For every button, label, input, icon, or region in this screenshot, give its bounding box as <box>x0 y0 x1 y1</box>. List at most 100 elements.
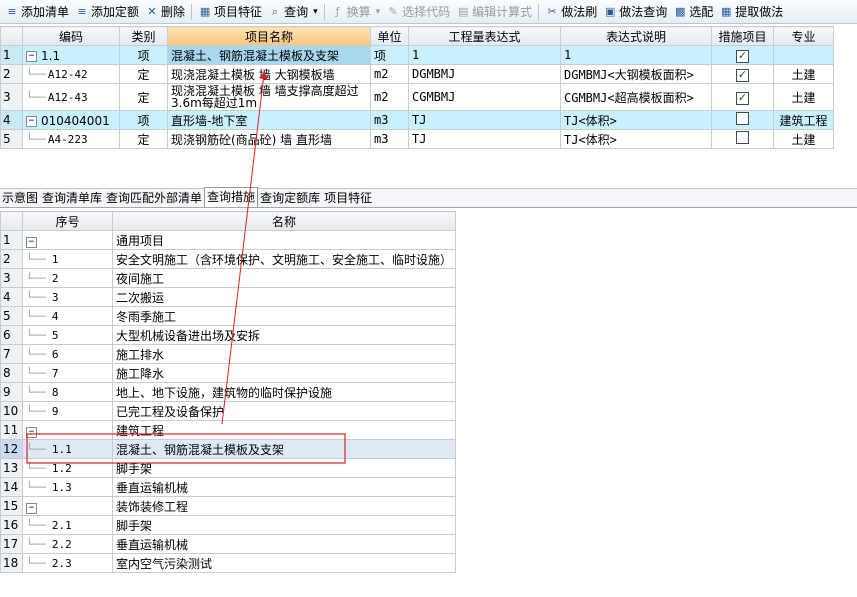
row-number[interactable]: 7 <box>0 344 23 364</box>
measure-cell[interactable] <box>711 110 774 130</box>
code-cell[interactable]: └── A12-42 <box>22 64 120 84</box>
expr-cell[interactable]: TJ <box>408 110 561 130</box>
seq-cell[interactable]: └── 3 <box>22 287 113 307</box>
measure-row[interactable]: 5 └── 4 冬雨季施工 <box>0 306 457 326</box>
seq-cell[interactable]: └── 7 <box>22 363 113 383</box>
type-cell[interactable]: 定 <box>119 83 168 111</box>
measure-name-cell[interactable]: 通用项目 <box>111 230 457 250</box>
desc-cell[interactable]: TJ<体积> <box>560 129 712 149</box>
chevron-down-icon[interactable]: ▾ <box>313 7 318 17</box>
list-row[interactable]: 3 └── A12-43 定现浇混凝土模板 墙 墙支撑高度超过3.6m每超过1m m2 C… <box>0 83 834 111</box>
measure-name-cell[interactable]: 垂直运输机械 <box>111 534 457 554</box>
measure-row[interactable]: 6 └── 5 大型机械设备进出场及安拆 <box>0 325 457 345</box>
project-feature-button[interactable]: ▦ 项目特征 <box>195 2 265 22</box>
desc-cell[interactable]: CGMBMJ<超高模板面积> <box>560 83 712 111</box>
row-number[interactable]: 18 <box>0 553 23 573</box>
row-number[interactable]: 4 <box>0 110 23 130</box>
measure-cell[interactable]: ✓ <box>711 83 774 111</box>
col-header-type[interactable]: 类别 <box>119 26 168 46</box>
name-cell[interactable]: 直形墙-地下室 <box>167 110 371 130</box>
measure-row[interactable]: 18 └── 2.3 室内空气污染测试 <box>0 553 457 573</box>
measure-row[interactable]: 17 └── 2.2 垂直运输机械 <box>0 534 457 554</box>
type-cell[interactable]: 定 <box>119 64 168 84</box>
measure-row[interactable]: 10 └── 9 已完工程及设备保护 <box>0 401 457 421</box>
tab-2[interactable]: 查询匹配外部清单 <box>104 189 204 207</box>
col-header-measure[interactable]: 措施项目 <box>711 26 774 46</box>
unit-cell[interactable]: 项 <box>370 45 409 65</box>
type-cell[interactable]: 定 <box>119 129 168 149</box>
col-header-expr[interactable]: 工程量表达式 <box>408 26 561 46</box>
name-cell[interactable]: 混凝土、钢筋混凝土模板及支架 <box>167 45 371 65</box>
measure-name-cell[interactable]: 安全文明施工（含环境保护、文明施工、安全施工、临时设施） <box>111 249 457 269</box>
checkbox-checked-icon[interactable]: ✓ <box>736 68 749 82</box>
measure-row[interactable]: 11− 建筑工程 <box>0 420 457 440</box>
chevron-down-icon[interactable]: ▾ <box>376 7 381 17</box>
col-header-major[interactable]: 专业 <box>773 26 834 46</box>
collapse-icon[interactable]: − <box>26 236 37 248</box>
measure-name-cell[interactable]: 冬雨季施工 <box>111 306 457 326</box>
checkbox-checked-icon[interactable]: ✓ <box>736 91 749 105</box>
code-cell[interactable]: −1.1 <box>22 45 120 65</box>
measure-row[interactable]: 14 └── 1.3 垂直运输机械 <box>0 477 457 497</box>
row-number[interactable]: 2 <box>0 249 23 269</box>
measure-row[interactable]: 7 └── 6 施工排水 <box>0 344 457 364</box>
row-number[interactable]: 3 <box>0 268 23 288</box>
unit-cell[interactable]: m2 <box>370 83 409 111</box>
select-match-button[interactable]: ▩ 选配 <box>670 2 716 22</box>
measure-row[interactable]: 2 └── 1 安全文明施工（含环境保护、文明施工、安全施工、临时设施） <box>0 249 457 269</box>
col-header-seq[interactable]: 序号 <box>22 211 113 231</box>
measure-row[interactable]: 15− 装饰装修工程 <box>0 496 457 516</box>
collapse-icon[interactable]: − <box>26 426 37 438</box>
seq-cell[interactable]: └── 1.1 <box>22 439 113 459</box>
unit-cell[interactable]: m3 <box>370 129 409 149</box>
code-cell[interactable]: └── A4-223 <box>22 129 120 149</box>
type-cell[interactable]: 项 <box>119 45 168 65</box>
desc-cell[interactable]: DGMBMJ<大钢模板面积> <box>560 64 712 84</box>
search-button[interactable]: ⌕ 查询 ▾ <box>265 2 321 22</box>
list-row[interactable]: 5 └── A4-223 定现浇钢筋砼(商品砼) 墙 直形墙 m3 TJ TJ<体积> 土建 <box>0 129 834 149</box>
list-row[interactable]: 1−1.1 项混凝土、钢筋混凝土模板及支架项 1 1 ✓ <box>0 45 834 65</box>
measure-row[interactable]: 4 └── 3 二次搬运 <box>0 287 457 307</box>
col-header-name[interactable]: 项目名称 <box>167 26 371 46</box>
measure-name-cell[interactable]: 建筑工程 <box>111 420 457 440</box>
seq-cell[interactable]: └── 2 <box>22 268 113 288</box>
major-cell[interactable]: 土建 <box>773 64 834 84</box>
row-number[interactable]: 17 <box>0 534 23 554</box>
seq-cell[interactable]: └── 1 <box>22 249 113 269</box>
row-number[interactable]: 1 <box>0 230 23 250</box>
name-cell[interactable]: 现浇混凝土模板 墙 大钢模板墙 <box>167 64 371 84</box>
collapse-icon[interactable]: − <box>26 115 37 127</box>
tab-3[interactable]: 查询措施 <box>204 187 259 207</box>
row-number[interactable]: 16 <box>0 515 23 535</box>
code-cell[interactable]: └── A12-43 <box>22 83 120 111</box>
list-row[interactable]: 2 └── A12-42 定现浇混凝土模板 墙 大钢模板墙 m2 DGMBMJ DGMBMJ… <box>0 64 834 84</box>
method-query-button[interactable]: ▣ 做法查询 <box>600 2 670 22</box>
row-number[interactable]: 3 <box>0 83 23 111</box>
seq-cell[interactable]: └── 9 <box>22 401 113 421</box>
tab-4[interactable]: 查询定额库 <box>258 189 322 207</box>
row-number[interactable]: 12 <box>0 439 23 459</box>
row-number[interactable]: 5 <box>0 129 23 149</box>
measure-name-cell[interactable]: 装饰装修工程 <box>111 496 457 516</box>
measure-cell[interactable]: ✓ <box>711 45 774 65</box>
major-cell[interactable]: 土建 <box>773 83 834 111</box>
convert-button[interactable]: ƒ 换算 ▾ <box>328 2 384 22</box>
seq-cell[interactable]: └── 1.3 <box>22 477 113 497</box>
row-number[interactable]: 2 <box>0 64 23 84</box>
measure-name-cell[interactable]: 已完工程及设备保护 <box>111 401 457 421</box>
collapse-icon[interactable]: − <box>26 50 37 62</box>
seq-cell[interactable]: └── 5 <box>22 325 113 345</box>
row-number[interactable]: 11 <box>0 420 23 440</box>
name-cell[interactable]: 现浇混凝土模板 墙 墙支撑高度超过3.6m每超过1m <box>167 83 371 111</box>
checkbox-unchecked-icon[interactable] <box>736 112 749 125</box>
expr-cell[interactable]: DGMBMJ <box>408 64 561 84</box>
name-cell[interactable]: 现浇钢筋砼(商品砼) 墙 直形墙 <box>167 129 371 149</box>
row-number[interactable]: 6 <box>0 325 23 345</box>
seq-cell[interactable]: └── 2.1 <box>22 515 113 535</box>
measure-name-cell[interactable]: 地上、地下设施，建筑物的临时保护设施 <box>111 382 457 402</box>
measure-row[interactable]: 13 └── 1.2 脚手架 <box>0 458 457 478</box>
list-row[interactable]: 4−010404001 项直形墙-地下室 m3 TJ TJ<体积> 建筑工程 <box>0 110 834 130</box>
row-number[interactable]: 9 <box>0 382 23 402</box>
add-list-button[interactable]: ≡ 添加清单 <box>2 2 72 22</box>
measure-name-cell[interactable]: 施工排水 <box>111 344 457 364</box>
